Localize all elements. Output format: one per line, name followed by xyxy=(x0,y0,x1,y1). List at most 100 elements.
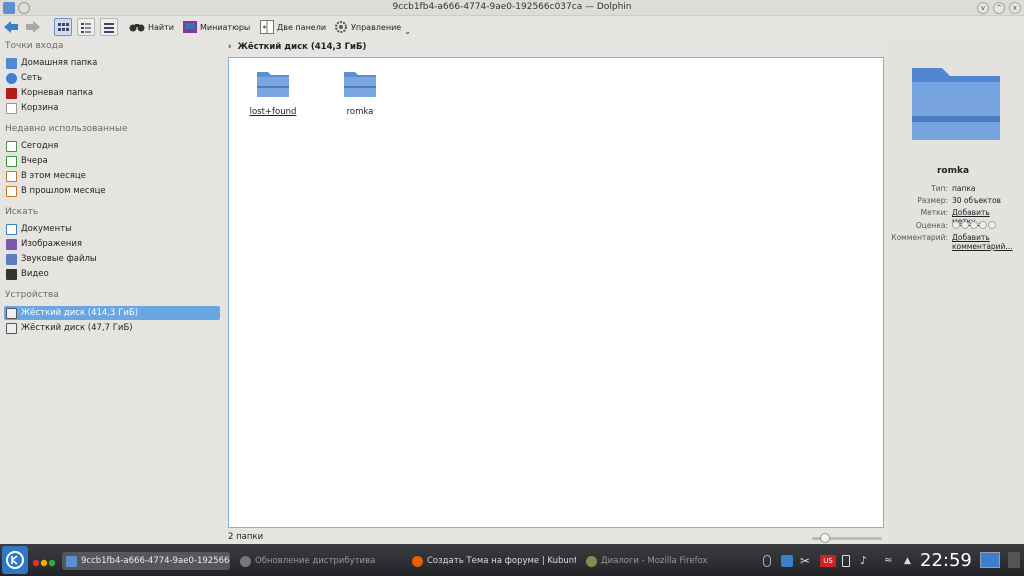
task-firefox-dialogs[interactable]: Диалоги - Mozilla Firefox xyxy=(582,552,750,570)
root-folder-icon xyxy=(6,87,17,99)
comment-row: Комментарий: Добавить комментарий... xyxy=(888,233,1022,251)
icons-view-icon xyxy=(58,23,69,31)
item-name: romka xyxy=(936,166,970,176)
star-icon[interactable] xyxy=(961,221,969,229)
panel-toolbox-icon[interactable] xyxy=(1008,552,1020,568)
application-launcher-button[interactable] xyxy=(2,546,28,574)
task-dolphin[interactable]: 9ccb1fb4-a666-4774-9ae0-192566c037ca — D… xyxy=(62,552,230,570)
task-update[interactable]: Обновление дистрибутива xyxy=(236,552,402,570)
title-bar: 9ccb1fb4-a666-4774-9ae0-192566c037ca — D… xyxy=(0,0,1024,16)
add-comment-link[interactable]: Добавить комментарий... xyxy=(952,233,1022,251)
breadcrumb[interactable]: › Жёсткий диск (414,3 ГиБ) xyxy=(228,40,366,54)
sidebar-item-this-month[interactable]: В этом месяце xyxy=(4,169,220,183)
calendar-icon xyxy=(6,185,17,197)
calendar-icon xyxy=(6,140,17,152)
size-row: Размер: 30 объектов xyxy=(917,196,1001,205)
compact-view-button[interactable] xyxy=(77,18,95,36)
star-icon[interactable] xyxy=(988,221,996,229)
sidebar-item-last-month[interactable]: В прошлом месяце xyxy=(4,184,220,198)
breadcrumb-item[interactable]: Жёсткий диск (414,3 ГиБ) xyxy=(238,42,367,52)
clipboard-scissors-icon[interactable]: ✂ xyxy=(800,555,812,567)
task-firefox-forum[interactable]: Создать Тема на форуме | Kubuntu xyxy=(408,552,576,570)
network-wifi-icon[interactable]: ≈ xyxy=(884,555,896,567)
sidebar-item-root[interactable]: Корневая папка xyxy=(4,86,220,100)
battery-icon[interactable] xyxy=(842,555,850,567)
device-notifier-icon[interactable] xyxy=(781,555,793,567)
zoom-slider-handle[interactable] xyxy=(820,533,830,543)
folder-icon xyxy=(344,72,376,97)
file-item-romka[interactable]: romka xyxy=(330,68,390,117)
clock[interactable]: 22:59 xyxy=(920,550,972,571)
calendar-icon xyxy=(6,170,17,182)
keyboard-layout-indicator[interactable]: US xyxy=(820,555,836,567)
sidebar-item-audio[interactable]: Звуковые файлы xyxy=(4,252,220,266)
sidebar-item-today[interactable]: Сегодня xyxy=(4,139,220,153)
chevron-right-icon: › xyxy=(228,42,232,52)
forward-arrow-icon xyxy=(26,21,40,33)
desktop-icon[interactable] xyxy=(980,552,1000,568)
firefox-icon xyxy=(586,555,597,567)
folder-preview-icon xyxy=(912,68,1000,140)
star-icon[interactable] xyxy=(952,221,960,229)
sidebar-item-images[interactable]: Изображения xyxy=(4,237,220,251)
file-view[interactable]: lost+found romka xyxy=(228,57,884,528)
calendar-icon xyxy=(6,155,17,167)
preview-button[interactable]: Миниатюры xyxy=(183,18,250,36)
sidebar-item-home[interactable]: Домашняя папка xyxy=(4,56,220,70)
maximize-button[interactable]: ^ xyxy=(993,2,1005,14)
hard-disk-icon xyxy=(6,322,17,334)
find-button[interactable]: Найти xyxy=(129,18,174,36)
sidebar-item-yesterday[interactable]: Вчера xyxy=(4,154,220,168)
back-arrow-icon xyxy=(4,21,18,33)
icons-view-button[interactable] xyxy=(54,18,72,36)
video-icon xyxy=(6,268,17,280)
preview-icon xyxy=(183,21,197,33)
notifications-icon[interactable] xyxy=(763,555,771,567)
control-button[interactable]: Управление ⌄ xyxy=(334,18,411,36)
images-icon xyxy=(6,238,17,250)
places-panel: Точки входа Домашняя папка Сеть Корневая… xyxy=(0,38,222,544)
sidebar-item-disk-414[interactable]: Жёсткий диск (414,3 ГиБ) xyxy=(4,306,220,320)
sidebar-item-disk-47[interactable]: Жёсткий диск (47,7 ГиБ) xyxy=(4,321,220,335)
type-row: Тип: папка xyxy=(931,184,976,193)
forward-button[interactable] xyxy=(25,18,41,36)
details-view-icon xyxy=(104,23,114,33)
folder-icon xyxy=(257,72,289,97)
update-icon xyxy=(240,555,251,567)
sidebar-item-network[interactable]: Сеть xyxy=(4,71,220,85)
split-button[interactable]: Две панели xyxy=(260,18,326,36)
window-title: 9ccb1fb4-a666-4774-9ae0-192566c037ca — D… xyxy=(392,2,632,12)
tray-expand-icon[interactable]: ▲ xyxy=(904,555,916,567)
file-name: romka xyxy=(346,107,374,117)
star-icon[interactable] xyxy=(979,221,987,229)
details-view-button[interactable] xyxy=(100,18,118,36)
rating-stars[interactable] xyxy=(952,221,1022,230)
minimize-button[interactable]: v xyxy=(977,2,989,14)
network-icon xyxy=(6,72,17,84)
binoculars-icon xyxy=(129,24,145,32)
hard-disk-icon xyxy=(6,307,17,319)
star-icon[interactable] xyxy=(970,221,978,229)
sidebar-item-trash[interactable]: Корзина xyxy=(4,101,220,115)
sidebar-item-video[interactable]: Видео xyxy=(4,267,220,281)
rating-row: Оценка: xyxy=(888,221,1022,230)
taskbar: 9ccb1fb4-a666-4774-9ae0-192566c037ca — D… xyxy=(0,544,1024,576)
activities-icon[interactable] xyxy=(32,558,56,568)
sidebar-item-documents[interactable]: Документы xyxy=(4,222,220,236)
back-button[interactable] xyxy=(3,18,19,36)
audio-icon xyxy=(6,253,17,265)
home-icon xyxy=(6,57,17,69)
recent-header: Недавно использованные xyxy=(5,124,128,134)
file-item-lost-found[interactable]: lost+found xyxy=(243,68,303,117)
information-panel: romka Тип: папка Размер: 30 объектов Мет… xyxy=(888,38,1024,544)
compact-view-icon xyxy=(81,23,91,33)
zoom-slider[interactable] xyxy=(812,533,882,543)
volume-icon[interactable]: ♪ xyxy=(860,555,872,567)
dolphin-icon xyxy=(66,555,77,567)
kde-logo-icon xyxy=(6,551,24,569)
toolbar: Найти Миниатюры Две панели Управление ⌄ xyxy=(0,16,1024,38)
trash-icon xyxy=(6,102,17,114)
devices-header: Устройства xyxy=(5,290,59,300)
chevron-down-icon: ⌄ xyxy=(404,26,411,36)
close-button[interactable]: x xyxy=(1009,2,1021,14)
